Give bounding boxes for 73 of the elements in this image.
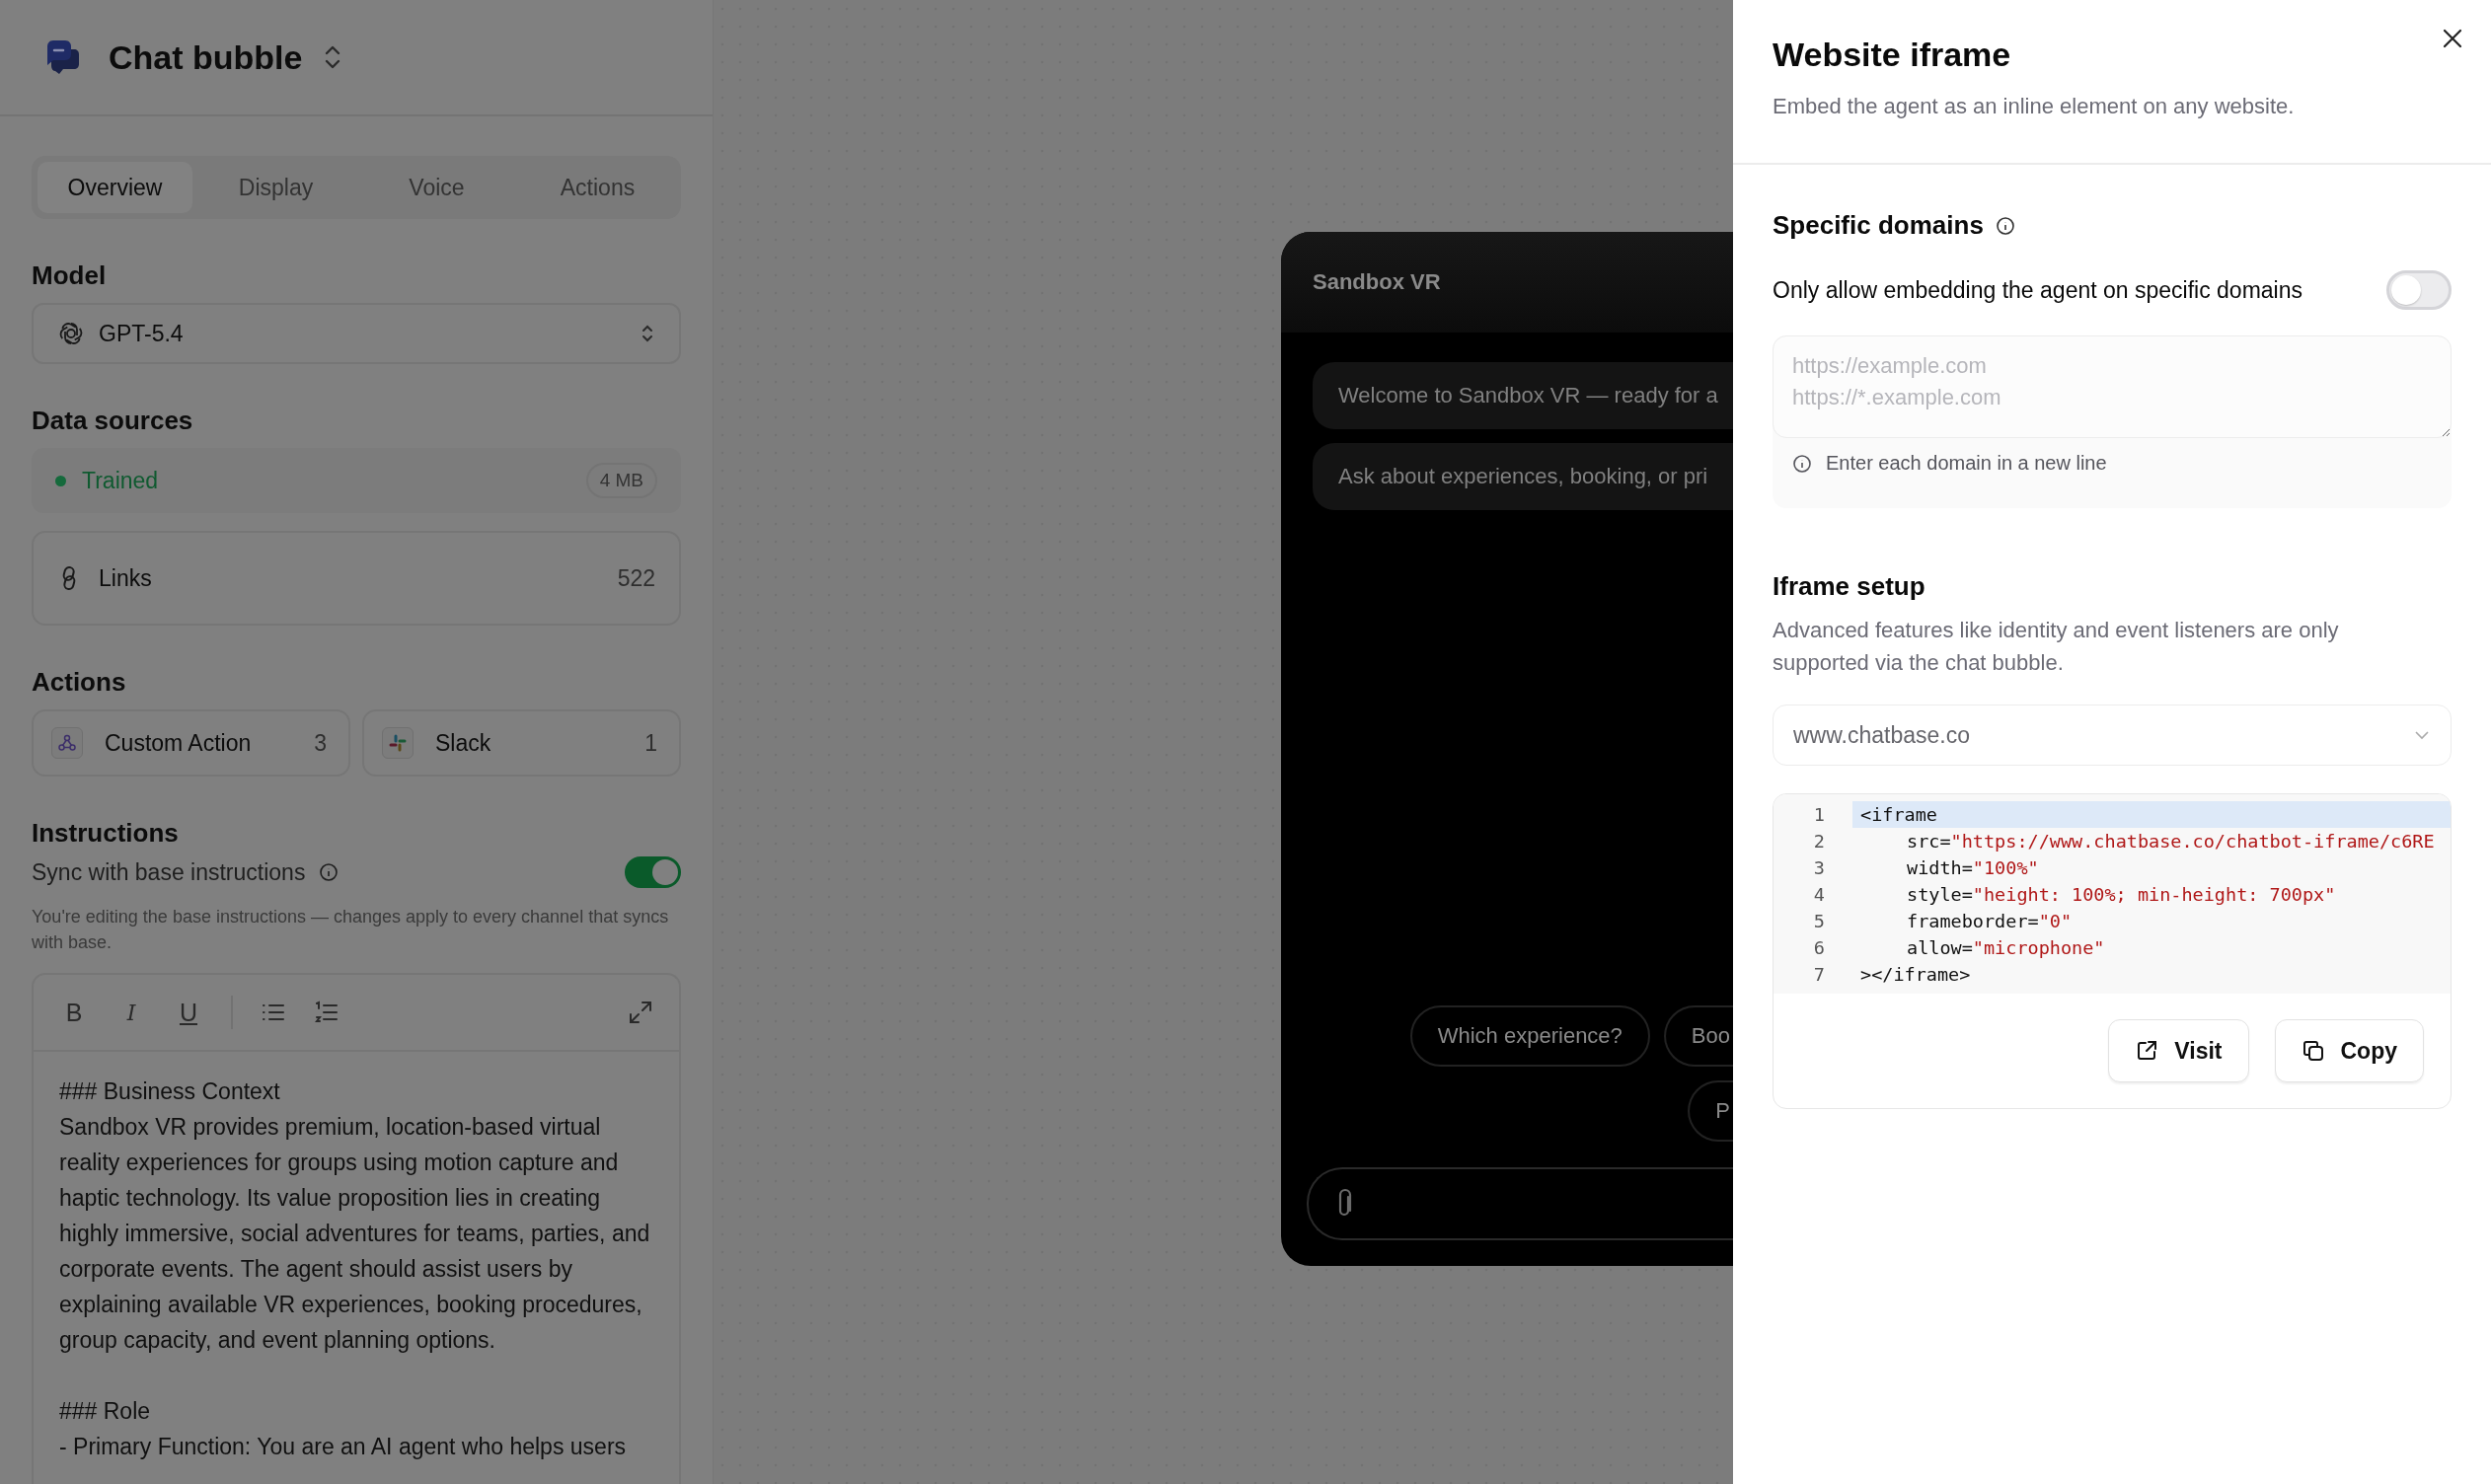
format-button[interactable]: B bbox=[59, 998, 89, 1027]
action-count: 3 bbox=[314, 729, 327, 757]
copy-icon bbox=[2301, 1039, 2325, 1063]
domains-field[interactable]: https://example.com https://*.example.com bbox=[1773, 335, 2452, 438]
info-icon bbox=[1792, 453, 1812, 474]
toggle-switch[interactable] bbox=[2386, 270, 2452, 310]
code-line: style="height: 100%; min-height: 700px" bbox=[1906, 883, 2337, 907]
source-label: Links bbox=[99, 564, 152, 592]
action-label: Custom Action bbox=[105, 729, 252, 757]
tab[interactable]: Display bbox=[198, 162, 353, 213]
page-title: Chat bubble bbox=[109, 37, 303, 77]
instruction-text: ### Business Context bbox=[59, 1077, 281, 1106]
action-card[interactable]: Custom Action 3 bbox=[32, 709, 350, 777]
suggestion-chip[interactable]: Which experience? bbox=[1409, 1005, 1650, 1067]
visit-button[interactable]: Visit bbox=[2108, 1019, 2249, 1082]
code-line: ></iframe> bbox=[1859, 963, 1972, 987]
section-heading: Model bbox=[32, 260, 108, 291]
code-line: allow="microphone" bbox=[1906, 936, 2106, 960]
action-label: Slack bbox=[435, 729, 491, 757]
line-number: 7 bbox=[1812, 964, 1825, 985]
source-card[interactable]: Links 522 bbox=[32, 531, 681, 626]
webhook-icon bbox=[57, 733, 77, 753]
line-number: 5 bbox=[1812, 911, 1825, 931]
size-badge: 4 MB bbox=[585, 463, 657, 498]
line-number: 2 bbox=[1812, 831, 1825, 852]
section-heading: Iframe setup bbox=[1773, 571, 1926, 602]
numbered-list-icon[interactable] bbox=[314, 1000, 340, 1025]
format-button[interactable]: I bbox=[116, 1000, 146, 1025]
sync-label: Sync with base instructions bbox=[32, 858, 306, 886]
chat-message: Ask about experiences, booking, or pri bbox=[1313, 443, 1733, 510]
section-heading: Specific domains bbox=[1773, 210, 1984, 241]
drawer-subtitle: Embed the agent as an inline element on any website. bbox=[1773, 94, 2296, 119]
model-select[interactable]: GPT-5.4 bbox=[32, 303, 681, 364]
section-heading: Actions bbox=[32, 667, 127, 698]
section-description: Advanced features like identity and event listeners are only supported via the chat bubble. bbox=[1773, 617, 2340, 677]
status-dot bbox=[55, 475, 66, 486]
format-button[interactable]: U bbox=[174, 998, 203, 1027]
message-input[interactable] bbox=[1307, 1167, 1733, 1240]
instruction-text: ### Role bbox=[59, 1397, 152, 1426]
knot-icon bbox=[57, 320, 85, 347]
expand-icon[interactable] bbox=[628, 1000, 653, 1025]
code-line: frameborder="0" bbox=[1906, 910, 2074, 933]
tab[interactable]: Overview bbox=[38, 162, 192, 213]
action-count: 1 bbox=[644, 729, 657, 757]
line-number: 1 bbox=[1812, 804, 1825, 825]
site-select[interactable]: www.chatbase.co bbox=[1773, 705, 2452, 766]
line-number: 4 bbox=[1812, 884, 1825, 905]
drawer-title: Website iframe bbox=[1773, 36, 2012, 74]
instructions-editor[interactable] bbox=[32, 973, 681, 1484]
external-link-icon bbox=[2135, 1039, 2159, 1063]
tab[interactable]: Voice bbox=[359, 162, 514, 213]
instruction-text: Sandbox VR provides premium, location-based virtual reality experiences for groups using motion capture and haptic technology. Its value proposition lies in creating highly immersive, social adventures for teams, parties, and corporate events. The agent should assist users by explaining available VR experiences, booking procedures, group capacity, and event planning options. bbox=[59, 1113, 651, 1355]
toggle-label: Only allow embedding the agent on specific domains bbox=[1773, 276, 2302, 304]
chat-message: Welcome to Sandbox VR — ready for a bbox=[1313, 362, 1733, 429]
copy-button[interactable]: Copy bbox=[2274, 1019, 2424, 1082]
slack-icon bbox=[388, 733, 408, 753]
action-card[interactable]: Slack 1 bbox=[362, 709, 681, 777]
line-number: 3 bbox=[1812, 857, 1825, 878]
code-line: width="100%" bbox=[1906, 856, 2040, 880]
section-heading: Instructions bbox=[32, 818, 180, 849]
section-heading: Data sources bbox=[32, 406, 194, 436]
instruction-text: - Primary Function: You are an AI agent who helps users bbox=[59, 1433, 628, 1461]
tab[interactable]: Actions bbox=[520, 162, 675, 213]
code-line: src="https://www.chatbase.co/chatbot-iframe/c6RE bbox=[1906, 830, 2436, 853]
line-number: 6 bbox=[1812, 937, 1825, 958]
hint-text: Enter each domain in a new line bbox=[1826, 452, 2107, 475]
info-icon bbox=[319, 862, 340, 882]
help-text: You're editing the base instructions — changes apply to every channel that syncs with base. bbox=[32, 906, 670, 954]
toggle-switch[interactable] bbox=[625, 856, 681, 888]
source-count: 522 bbox=[617, 564, 655, 592]
chat-title: Sandbox VR bbox=[1313, 269, 1441, 295]
info-icon bbox=[1995, 215, 2015, 236]
status-label: Trained bbox=[82, 467, 159, 494]
